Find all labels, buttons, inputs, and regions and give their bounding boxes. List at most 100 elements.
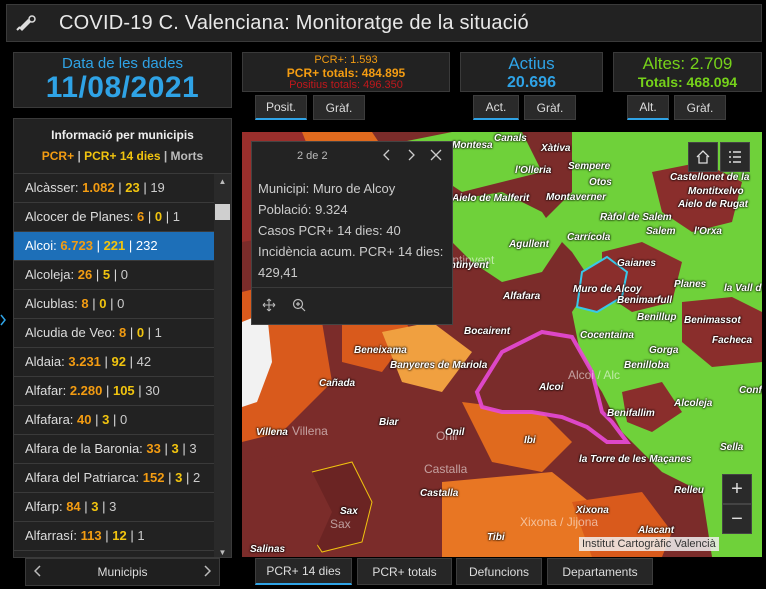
list-item[interactable]: Alcoleja: 26 | 5 | 0	[14, 261, 214, 290]
list-item[interactable]: Alfafara: 40 | 3 | 0	[14, 406, 214, 435]
map-label-planes: Planes	[674, 279, 707, 290]
map-label-gaianes: Gaianes	[617, 258, 656, 269]
popup-next-icon[interactable]	[406, 148, 416, 164]
map-label-sella: Sella	[720, 442, 744, 453]
home-button[interactable]	[688, 142, 718, 172]
value-separator: |	[101, 528, 113, 543]
tab-defuncions[interactable]: Defuncions	[456, 558, 542, 585]
municipi-morts: 1	[172, 209, 180, 224]
legend-pcr: PCR+	[41, 149, 75, 163]
municipi-name: Alcudia de Veo:	[25, 325, 116, 340]
map-label-villena-big: Villena	[292, 424, 328, 438]
municipi-name: Alfara de la Baronia:	[25, 441, 143, 456]
list-item[interactable]: Alfara de la Baronia: 33 | 3 | 3	[14, 435, 214, 464]
map-label-gorga: Gorga	[649, 345, 679, 356]
scroll-down-icon[interactable]: ▼	[214, 545, 231, 557]
value-separator: |	[98, 499, 110, 514]
zoom-in-button[interactable]: +	[722, 474, 752, 504]
municipi-morts: 30	[145, 383, 160, 398]
positius-totals: Positius totals: 496.350	[289, 79, 403, 91]
list-item[interactable]: Alfafar: 2.280 | 105 | 30	[14, 377, 214, 406]
list-item[interactable]: Alcudia de Veo: 8 | 0 | 1	[14, 319, 214, 348]
tab-pcr14[interactable]: PCR+ 14 dies	[255, 558, 352, 585]
popup-close-icon[interactable]	[430, 148, 442, 164]
value-separator: |	[91, 412, 103, 427]
map-label-benifallim: Benifallim	[607, 408, 655, 419]
municipi-morts: 42	[136, 354, 152, 369]
tab-pcr-totals[interactable]: PCR+ totals	[357, 558, 452, 585]
map-label-montesa: Montesa	[452, 140, 493, 151]
nav-next-icon[interactable]	[203, 564, 212, 580]
layer-list-button[interactable]	[720, 142, 750, 172]
actius-panel: Actius 20.696	[460, 52, 603, 92]
virus-logo-icon	[7, 14, 47, 32]
pan-icon[interactable]	[262, 298, 276, 315]
municipi-pcr: 26	[77, 267, 93, 282]
zoom-to-icon[interactable]	[292, 298, 306, 315]
plus-icon: +	[731, 477, 743, 500]
municipi-morts: 19	[150, 180, 165, 195]
municipi-pcr: 1.082	[82, 180, 115, 195]
map-label-benimarfull: Benimarfull	[617, 295, 673, 306]
municipi-pcr14: 23	[125, 180, 140, 195]
map-label-alcoi: Alcoi	[539, 382, 564, 393]
municipi-name: Alcàsser:	[25, 180, 79, 195]
popup-municipi: Municipi: Muro de Alcoy	[258, 181, 396, 196]
list-item[interactable]: Alfarrasí: 113 | 12 | 1	[14, 522, 214, 551]
municipis-list: Alcàsser: 1.082 | 23 | 19 Alcocer de Plan…	[14, 174, 214, 551]
altes-totals: Totals: 468.094	[637, 74, 738, 90]
legend-sep: |	[160, 149, 171, 163]
tab-posit[interactable]: Posit.	[255, 95, 307, 120]
list-item[interactable]: Alcàsser: 1.082 | 23 | 19	[14, 174, 214, 203]
list-item[interactable]: Alcocer de Planes: 6 | 0 | 1	[14, 203, 214, 232]
municipi-name: Aldaia:	[25, 354, 65, 369]
map-label-sax-big: Sax	[330, 517, 351, 531]
value-separator: |	[114, 180, 126, 195]
map-label-facheca: Facheca	[712, 335, 753, 346]
municipi-morts: 0	[120, 267, 128, 282]
pcr-panel: PCR+: 1.593 PCR+ totals: 484.895 Positiu…	[242, 52, 450, 92]
scroll-thumb[interactable]	[215, 204, 230, 220]
list-item[interactable]: Alfarp: 84 | 3 | 3	[14, 493, 214, 522]
popup-counter: 2 de 2	[297, 150, 328, 162]
municipis-scrollbar[interactable]: ▲ ▼	[214, 174, 231, 557]
list-item[interactable]: Alfara del Patriarca: 152 | 3 | 2	[14, 464, 214, 493]
zoom-out-button[interactable]: −	[722, 504, 752, 534]
map-label-castalla: Castalla	[420, 488, 459, 499]
pcr-daily: PCR+: 1.593	[314, 54, 378, 66]
map-label-otos: Otos	[589, 177, 612, 188]
popup-poblacio: Població: 9.324	[258, 202, 348, 217]
map-label-sax: Sax	[340, 506, 358, 517]
side-expand-icon[interactable]	[0, 310, 7, 330]
municipi-morts: 232	[135, 238, 158, 253]
popup-prev-icon[interactable]	[382, 148, 392, 164]
list-item[interactable]: Aldaia: 3.231 | 92 | 42	[14, 348, 214, 377]
pcr-totals: PCR+ totals: 484.895	[286, 65, 406, 80]
map-label-bocairent: Bocairent	[464, 326, 511, 337]
list-item[interactable]: Alcoi: 6.723 | 221 | 232	[14, 232, 214, 261]
value-separator: |	[102, 383, 113, 398]
map-label-carricola: Carrícola	[567, 232, 611, 243]
map-label-canals: Canals	[494, 133, 527, 144]
tab-graf-alt[interactable]: Gràf.	[674, 95, 726, 120]
value-separator: |	[88, 296, 100, 311]
tab-departaments[interactable]: Departaments	[547, 558, 653, 585]
list-icon	[729, 151, 741, 163]
municipi-name: Alfarp:	[25, 499, 63, 514]
tab-act[interactable]: Act.	[473, 95, 519, 120]
tab-graf-act[interactable]: Gràf.	[524, 95, 576, 120]
scroll-up-icon[interactable]: ▲	[214, 174, 231, 188]
map-attribution: Institut Cartogràfic Valencià	[579, 537, 719, 551]
tab-graf-posit[interactable]: Gràf.	[313, 95, 365, 120]
municipi-name: Alcoleja:	[25, 267, 75, 282]
municipi-name: Alcocer de Planes:	[25, 209, 134, 224]
list-item[interactable]: Alcublas: 8 | 0 | 0	[14, 290, 214, 319]
popup-incidencia: Incidència acum. PCR+ 14 dies: 429,41	[258, 244, 444, 280]
tab-alt[interactable]: Alt.	[627, 95, 669, 120]
municipi-name: Alfara del Patriarca:	[25, 470, 140, 485]
municipi-pcr: 33	[146, 441, 161, 456]
nav-prev-icon[interactable]	[33, 564, 42, 580]
map-label-aielo-rugat: Aielo de Rugat	[678, 199, 749, 210]
map-label-benilloba: Benilloba	[624, 360, 670, 371]
municipi-pcr14: 0	[136, 325, 145, 340]
